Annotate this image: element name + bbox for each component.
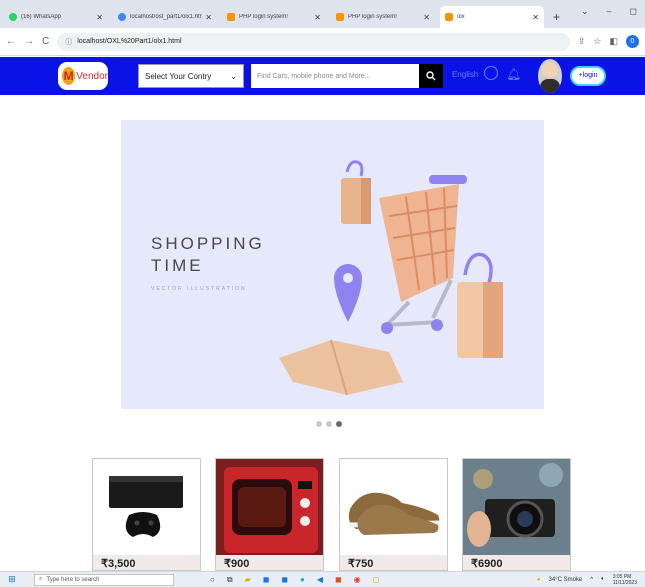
cortana-icon[interactable]: ○ bbox=[210, 575, 215, 585]
store-icon[interactable]: ◼ bbox=[263, 575, 270, 585]
window-controls: ⌄ – ◻ bbox=[581, 6, 637, 17]
minimize-icon[interactable]: – bbox=[607, 6, 612, 17]
address-bar: ← → C ⓘ localhost/OXL%20Part1/olx1.html … bbox=[0, 28, 645, 56]
edge-icon[interactable]: ● bbox=[300, 575, 305, 585]
date-text: 11/11/2023 bbox=[612, 579, 637, 586]
map-icon bbox=[279, 339, 403, 396]
country-select-value: Select Your Contry bbox=[145, 71, 212, 81]
bell-icon[interactable]: 🔔︎ bbox=[506, 67, 521, 81]
chat-icon[interactable] bbox=[484, 66, 498, 80]
info-icon[interactable]: ⓘ bbox=[65, 37, 72, 47]
star-icon[interactable]: ☆ bbox=[593, 36, 601, 47]
page-icon bbox=[336, 13, 344, 21]
language-link[interactable]: English bbox=[452, 70, 478, 79]
app-icon[interactable]: ◻ bbox=[373, 575, 380, 585]
tray-chevron-icon[interactable]: ^ bbox=[590, 577, 593, 583]
login-button[interactable]: +login bbox=[570, 66, 606, 86]
folder-icon[interactable]: ▰ bbox=[245, 575, 251, 585]
close-icon[interactable]: ✕ bbox=[532, 13, 539, 22]
carousel-dot-active[interactable] bbox=[336, 421, 342, 427]
carousel-dot[interactable] bbox=[326, 421, 332, 427]
location-pin-icon bbox=[334, 264, 362, 322]
tab-title: PHP login system! bbox=[348, 14, 397, 20]
forward-icon[interactable]: → bbox=[24, 36, 34, 47]
clock[interactable]: 3:05 PM 11/11/2023 bbox=[613, 574, 637, 586]
back-icon[interactable]: ← bbox=[6, 36, 16, 47]
chevron-down-icon[interactable]: ⌄ bbox=[581, 6, 589, 17]
taskbar-search-placeholder: Type here to search bbox=[46, 576, 100, 583]
chrome-icon[interactable]: ◉ bbox=[354, 575, 361, 585]
product-price: ₹6900 bbox=[471, 558, 503, 570]
tab-localhost[interactable]: localhost/ost_part1/olx1.html - ... ✕ bbox=[113, 6, 217, 28]
vendor-logo[interactable]: M Vendor bbox=[58, 62, 108, 90]
url-text: localhost/OXL%20Part1/olx1.html bbox=[77, 38, 182, 45]
weather-icon[interactable]: ● bbox=[537, 577, 541, 583]
search-button[interactable] bbox=[419, 64, 443, 88]
close-icon[interactable]: ✕ bbox=[96, 13, 103, 22]
mail-icon[interactable]: ◼ bbox=[281, 575, 288, 585]
xbox-image bbox=[93, 459, 200, 555]
weather-text[interactable]: 34°C Smoke bbox=[549, 577, 583, 583]
tab-title: PHP login system! bbox=[239, 14, 288, 20]
tab-php-login-2[interactable]: PHP login system! ✕ bbox=[331, 6, 435, 28]
product-card-microwave[interactable]: ₹900 bbox=[215, 458, 324, 571]
shopping-bag-large-icon bbox=[457, 252, 503, 358]
tab-olx[interactable]: olx ✕ bbox=[440, 6, 544, 28]
office-icon[interactable]: ◼ bbox=[335, 575, 342, 585]
reload-icon[interactable]: C bbox=[42, 36, 49, 47]
carousel-dot[interactable] bbox=[316, 421, 322, 427]
shopping-cart-icon bbox=[379, 175, 467, 334]
search-input[interactable]: Find Cars, mobile phone and More... bbox=[251, 64, 419, 88]
taskbar-search[interactable]: ⌕ Type here to search bbox=[34, 573, 174, 586]
url-field[interactable]: ⓘ localhost/OXL%20Part1/olx1.html bbox=[57, 32, 570, 51]
tab-title: (16) WhatsApp bbox=[21, 14, 62, 20]
site-header: M Vendor Select Your Contry ⌄ Find Cars,… bbox=[0, 57, 645, 95]
product-card-camera[interactable]: ₹6900 bbox=[462, 458, 571, 571]
search-icon bbox=[426, 71, 436, 81]
chevron-down-icon: ⌄ bbox=[230, 71, 237, 81]
new-tab-button[interactable]: + bbox=[549, 6, 564, 28]
tab-php-login-1[interactable]: PHP login system! ✕ bbox=[222, 6, 326, 28]
maximize-icon[interactable]: ◻ bbox=[630, 6, 637, 17]
logo-text: Vendor bbox=[76, 70, 108, 82]
volume-icon[interactable]: 🔈︎ bbox=[601, 576, 605, 583]
carousel-indicators bbox=[316, 421, 342, 427]
logo-mark: M bbox=[62, 67, 76, 85]
hero-banner[interactable]: SHOPPING TIME VECTOR ILLUSTRATION bbox=[121, 120, 544, 409]
product-price: ₹900 bbox=[224, 558, 250, 570]
tab-title: localhost/ost_part1/olx1.html - ... bbox=[130, 14, 203, 20]
search-icon: ⌕ bbox=[39, 576, 43, 582]
microwave-image bbox=[216, 459, 323, 555]
taskbar: ⊞ ⌕ Type here to search ○ ⧉ ▰ ◼ ◼ ● ◀ ◼ … bbox=[0, 571, 645, 587]
page-icon bbox=[227, 13, 235, 21]
product-card-xbox[interactable]: ₹3,500 bbox=[92, 458, 201, 571]
avatar-head bbox=[542, 62, 558, 78]
product-price: ₹750 bbox=[348, 558, 374, 570]
shoes-image bbox=[340, 459, 447, 555]
camera-image bbox=[463, 459, 570, 555]
sidebar-icon[interactable]: ◧ bbox=[609, 36, 618, 47]
close-icon[interactable]: ✕ bbox=[314, 13, 321, 22]
profile-avatar[interactable]: 0 bbox=[626, 35, 639, 48]
vscode-icon[interactable]: ◀ bbox=[317, 575, 323, 585]
share-icon[interactable]: ⇪ bbox=[578, 36, 586, 47]
page-icon bbox=[445, 13, 453, 21]
google-icon bbox=[118, 13, 126, 21]
user-avatar[interactable] bbox=[538, 59, 562, 93]
avatar-body bbox=[540, 79, 560, 93]
whatsapp-icon bbox=[9, 13, 17, 21]
shopping-bag-icon bbox=[341, 160, 371, 224]
windows-start-icon[interactable]: ⊞ bbox=[4, 574, 20, 585]
product-price: ₹3,500 bbox=[101, 558, 136, 570]
search-placeholder: Find Cars, mobile phone and More... bbox=[257, 72, 371, 80]
tab-title: olx bbox=[457, 14, 465, 20]
country-select[interactable]: Select Your Contry ⌄ bbox=[138, 64, 244, 88]
tab-whatsapp[interactable]: (16) WhatsApp ✕ bbox=[4, 6, 108, 28]
browser-tab-strip: (16) WhatsApp ✕ localhost/ost_part1/olx1… bbox=[0, 0, 645, 28]
product-card-shoes[interactable]: ₹750 bbox=[339, 458, 448, 571]
close-icon[interactable]: ✕ bbox=[205, 13, 212, 22]
task-view-icon[interactable]: ⧉ bbox=[227, 575, 233, 585]
close-icon[interactable]: ✕ bbox=[423, 13, 430, 22]
shopping-illustration bbox=[279, 160, 503, 396]
